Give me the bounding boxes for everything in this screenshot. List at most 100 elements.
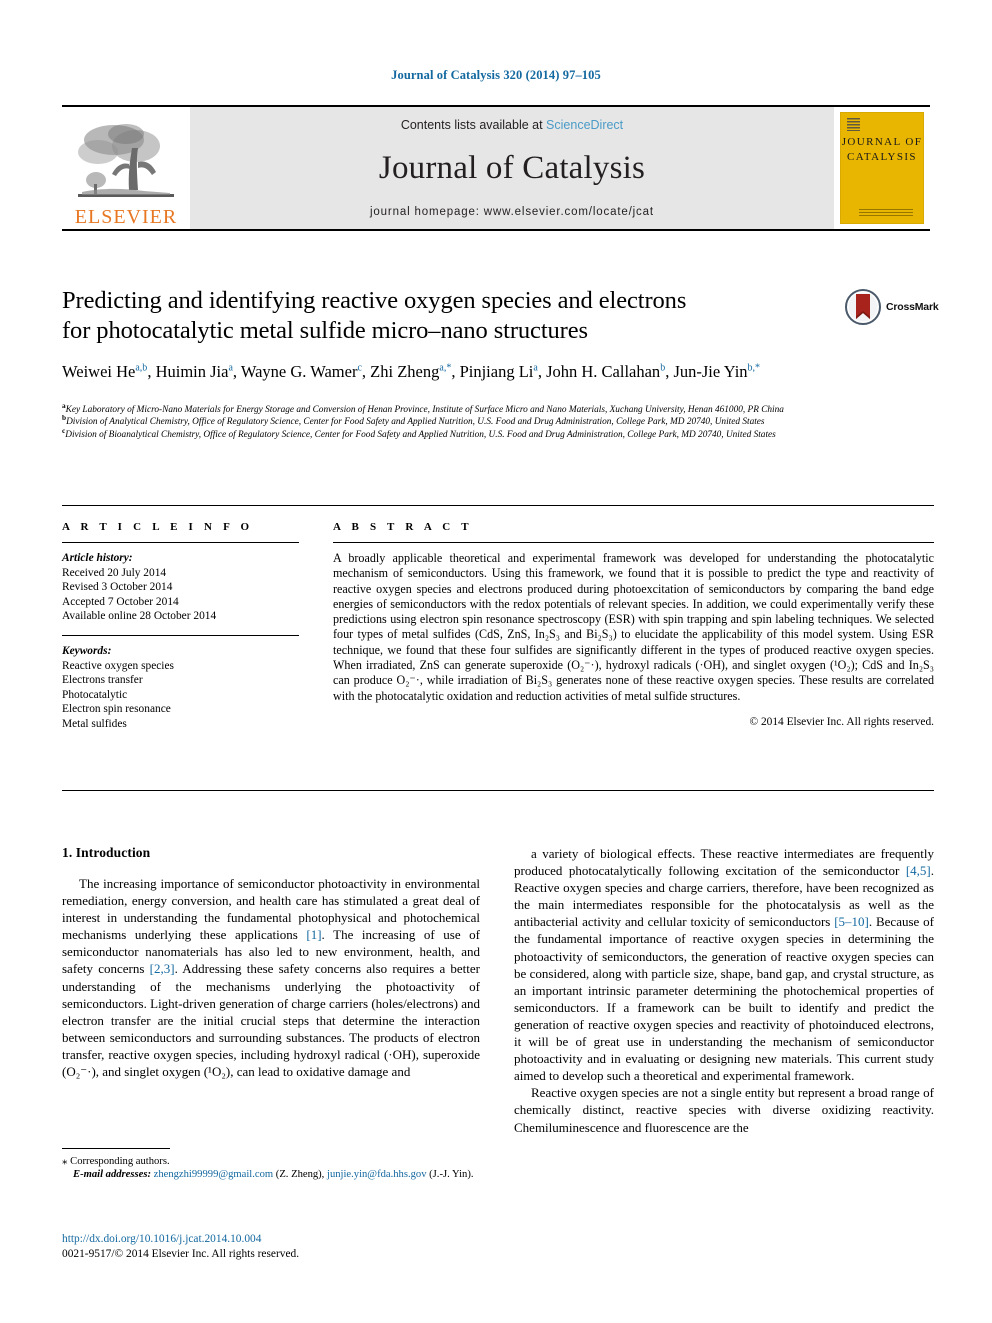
corresponding-authors-note: ⁎ Corresponding authors. [62,1155,480,1168]
affiliation-entry: aKey Laboratory of Micro-Nano Materials … [62,402,934,416]
title-line-1: Predicting and identifying reactive oxyg… [62,287,687,314]
keyword-item: Photocatalytic [62,688,128,701]
citation-link[interactable]: [1] [306,927,321,942]
keywords-rule [62,634,299,636]
author-list: Weiwei Hea,b, Huimin Jiaa, Wayne G. Wame… [62,362,761,381]
author-affiliation-marker: a,* [439,362,452,374]
footnote-star: ⁎ [62,1155,68,1167]
email-addresses-label: E-mail addresses: [73,1169,151,1181]
author-affiliation-marker: b [660,362,666,374]
author-name: Weiwei He [62,362,136,381]
email-owner-2: (J.-J. Yin). [429,1169,474,1181]
body-column-right: a variety of biological effects. These r… [514,845,934,1136]
issn-copyright: 0021-9517/© 2014 Elsevier Inc. All right… [62,1247,300,1260]
cover-title-line1: JOURNAL OF [841,136,923,148]
author-affiliation-marker: b,* [747,362,761,374]
journal-title: Journal of Catalysis [378,149,646,186]
body-column-left: 1. Introduction The increasing importanc… [62,845,480,1080]
email-link-1[interactable]: zhengzhi99999@gmail.com [154,1169,274,1180]
sciencedirect-banner: Contents lists available at ScienceDirec… [190,107,834,229]
masthead-bottom-rule [62,229,930,231]
citation-link[interactable]: [5–10] [834,914,869,929]
keyword-item: Reactive oxygen species [62,659,174,672]
author-affiliation-marker: c [357,362,362,374]
abstract-section-bottom-rule [62,790,934,791]
affiliation-text: Key Laboratory of Micro-Nano Materials f… [65,405,784,415]
article-history-list: Received 20 July 2014 Revised 3 October 2… [62,566,299,624]
article-history-item: Revised 3 October 2014 [62,581,173,594]
citation-link[interactable]: [2,3] [150,961,175,976]
article-history-item: Accepted 7 October 2014 [62,595,179,608]
keywords-list: Reactive oxygen species Electrons transfe… [62,659,299,732]
citation-link[interactable]: [4,5] [906,863,931,878]
affiliation-entry: cDivision of Bioanalytical Chemistry, Of… [62,427,934,441]
keywords-group: Keywords: Reactive oxygen species Electro… [62,644,299,732]
email-link-2[interactable]: junjie.yin@fda.hhs.gov [327,1169,427,1180]
abstract-rule [333,542,934,543]
corresponding-authors-label: Corresponding authors. [70,1156,170,1167]
author-name: John H. Callahan [546,362,661,381]
cover-title-line2: CATALYSIS [847,151,917,163]
article-history-item: Received 20 July 2014 [62,566,167,579]
keyword-item: Electrons transfer [62,674,143,687]
author-name: Pinjiang Li [459,362,534,381]
elsevier-tree-icon [78,124,174,197]
article-history-label: Article history: [62,552,133,564]
cover-elsevier-icon [847,118,860,131]
body-left-paragraphs: The increasing importance of semiconduct… [62,875,480,1080]
page-footer: http://dx.doi.org/10.1016/j.jcat.2014.10… [62,1232,562,1261]
journal-homepage-link[interactable]: journal homepage: www.elsevier.com/locat… [370,206,654,218]
article-page: Journal of Catalysis 320 (2014) 97–105 E… [0,0,992,1323]
footnote-rule [62,1148,170,1149]
abstract-copyright: © 2014 Elsevier Inc. All rights reserved… [749,715,934,728]
elsevier-wordmark: ELSEVIER [74,206,178,228]
page-title: Predicting and identifying reactive oxyg… [62,286,832,346]
author-name: Jun-Jie Yin [673,362,748,381]
title-line-2: for photocatalytic metal sulfide micro–n… [62,317,588,344]
abstract-column: A B S T R A C T A broadly applicable the… [333,521,934,728]
contents-prefix: Contents lists available at [400,118,547,132]
sciencedirect-link[interactable]: ScienceDirect [546,118,623,132]
title-block: Predicting and identifying reactive oxyg… [62,286,832,383]
abstract-heading: A B S T R A C T [333,521,473,533]
running-head: Journal of Catalysis 320 (2014) 97–105 [391,68,601,82]
author-name: Wayne G. Wamer [240,362,358,381]
author-affiliation-marker: a,b [135,362,148,374]
affiliations-block: aKey Laboratory of Micro-Nano Materials … [62,402,934,441]
footnote-block: ⁎ Corresponding authors. E-mail addresse… [62,1148,480,1182]
journal-masthead: ELSEVIER Contents lists available at Sci… [62,105,930,231]
body-right-paragraphs: a variety of biological effects. These r… [514,845,934,1136]
article-info-column: A R T I C L E I N F O Article history: R… [62,521,299,732]
body-paragraph: Reactive oxygen species are not a single… [514,1085,934,1135]
keyword-item: Metal sulfides [62,717,127,730]
author-name: Zhi Zheng [370,362,440,381]
author-affiliation-marker: a [228,362,233,374]
journal-cover-thumbnail: JOURNAL OF CATALYSIS [840,112,924,224]
keyword-item: Electron spin resonance [62,703,171,716]
journal-cover-cell: JOURNAL OF CATALYSIS [834,107,930,229]
article-info-rule [62,542,299,543]
crossmark-label: CrossMark [886,301,939,313]
article-history-group: Article history: Received 20 July 2014 Re… [62,551,299,624]
article-info-heading: A R T I C L E I N F O [62,521,254,533]
article-history-item: Available online 28 October 2014 [62,610,217,623]
info-section-top-rule [62,505,934,506]
contents-available-line: Contents lists available at ScienceDirec… [401,118,623,132]
section-heading-introduction: 1. Introduction [62,845,151,860]
elsevier-logo: ELSEVIER [62,107,190,229]
abstract-text: A broadly applicable theoretical and exp… [333,551,934,703]
cover-title: JOURNAL OF CATALYSIS [841,135,923,165]
cover-footer-mark [859,209,913,216]
crossmark-badge-group[interactable]: CrossMark [845,287,943,327]
keywords-label: Keywords: [62,644,112,657]
email-owner-1: (Z. Zheng), [275,1169,325,1181]
affiliation-entry: bDivision of Analytical Chemistry, Offic… [62,414,934,428]
body-paragraph: a variety of biological effects. These r… [514,846,935,1084]
affiliation-text: Division of Analytical Chemistry, Office… [66,417,765,428]
doi-link[interactable]: http://dx.doi.org/10.1016/j.jcat.2014.10… [62,1232,562,1247]
body-paragraph: The increasing importance of semiconduct… [62,876,480,1080]
affiliation-text: Division of Bioanalytical Chemistry, Off… [65,429,776,440]
email-addresses-note: E-mail addresses: zhengzhi99999@gmail.co… [62,1168,480,1181]
author-name: Huimin Jia [155,362,229,381]
